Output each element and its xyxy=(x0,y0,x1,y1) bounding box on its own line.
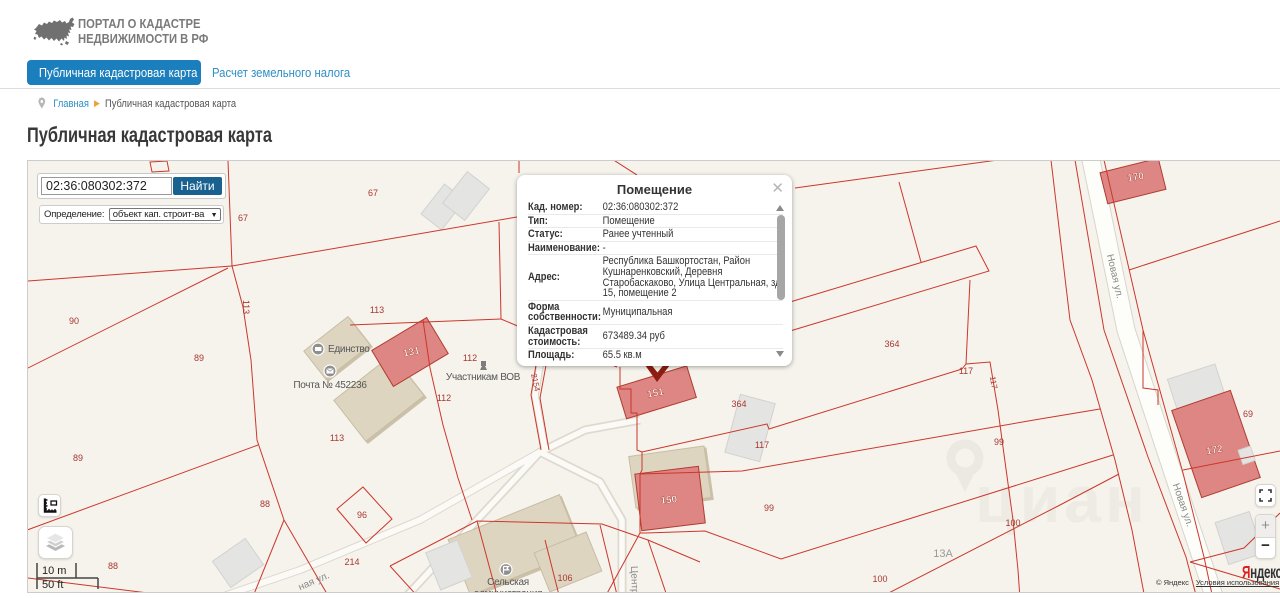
svg-text:89: 89 xyxy=(73,453,83,463)
svg-text:117: 117 xyxy=(988,375,999,390)
svg-text:117: 117 xyxy=(755,440,769,450)
svg-text:100: 100 xyxy=(1005,518,1020,528)
svg-text:ная ул.: ная ул. xyxy=(297,570,331,593)
svg-text:99: 99 xyxy=(764,503,774,513)
svg-text:113: 113 xyxy=(330,433,344,443)
svg-text:96: 96 xyxy=(357,510,367,520)
svg-text:Центральная ул.: Центральная ул. xyxy=(628,566,642,593)
svg-text:Участникам ВОВ: Участникам ВОВ xyxy=(446,372,521,383)
svg-text:администрация: администрация xyxy=(474,589,543,594)
svg-text:Единство: Единство xyxy=(328,344,370,355)
svg-text:88: 88 xyxy=(260,499,270,509)
svg-text:113: 113 xyxy=(370,305,384,315)
svg-text:69: 69 xyxy=(1243,409,1253,419)
svg-text:112: 112 xyxy=(437,393,451,403)
svg-text:214: 214 xyxy=(344,557,359,567)
svg-text:67: 67 xyxy=(368,188,378,198)
svg-text:90: 90 xyxy=(69,316,79,326)
svg-text:364: 364 xyxy=(731,399,746,409)
svg-text:13А: 13А xyxy=(933,548,953,560)
svg-text:Сельская: Сельская xyxy=(487,577,529,588)
svg-text:364: 364 xyxy=(884,339,899,349)
svg-text:150: 150 xyxy=(660,494,678,506)
svg-text:112: 112 xyxy=(463,353,477,363)
svg-text:67: 67 xyxy=(238,213,248,223)
svg-text:10 m: 10 m xyxy=(42,565,66,577)
svg-text:Почта № 452236: Почта № 452236 xyxy=(293,380,367,391)
svg-text:100: 100 xyxy=(872,574,887,584)
svg-text:117: 117 xyxy=(959,366,973,376)
svg-text:89: 89 xyxy=(194,353,204,363)
svg-text:50 ft: 50 ft xyxy=(42,579,63,591)
svg-text:циан: циан xyxy=(975,462,1149,536)
svg-text:99: 99 xyxy=(994,437,1004,447)
svg-text:113: 113 xyxy=(241,300,251,314)
svg-text:106: 106 xyxy=(557,573,572,583)
